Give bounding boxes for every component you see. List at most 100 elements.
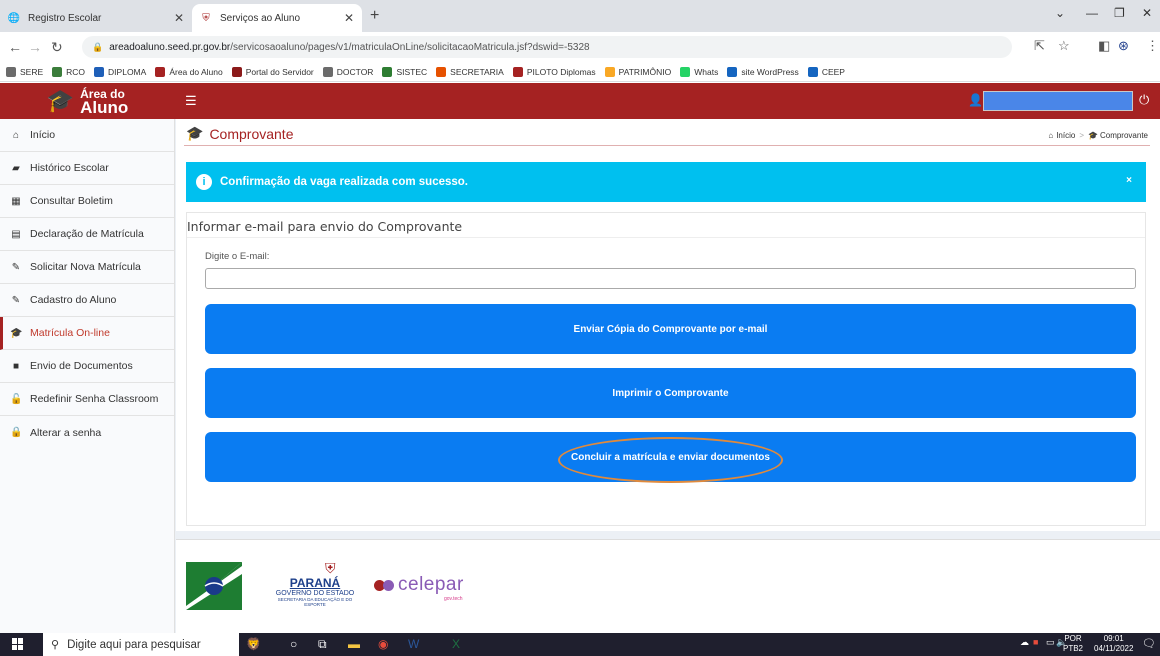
edit-icon: ✎ [11, 294, 21, 306]
menu-kebab-icon[interactable]: ⋮ [1146, 38, 1159, 54]
back-icon[interactable]: ← [8, 39, 22, 55]
forward-icon[interactable]: → [28, 39, 42, 55]
tab-title: Registro Escolar [28, 12, 102, 24]
breadcrumb: ⌂ Início > 🎓 Comprovante [1048, 131, 1148, 140]
sidebar-item-7[interactable]: 🎓 Matrícula On-line [0, 317, 174, 350]
cortana-icon[interactable]: ○ [290, 637, 297, 651]
bookmark-item[interactable]: SECRETARIA [436, 66, 504, 77]
lang-line1: POR [1064, 634, 1082, 643]
search-icon: ⚲ [51, 639, 60, 651]
close-window-icon[interactable]: ✕ [1142, 6, 1152, 20]
profile-icon[interactable]: ⊛ [1118, 38, 1129, 54]
tab-registro-escolar[interactable]: 🌐 Registro Escolar ✕ [0, 4, 192, 32]
sidebar-item-2[interactable]: ▰ Histórico Escolar [0, 152, 174, 185]
chrome-icon[interactable]: ◉ [378, 637, 388, 651]
footer: ⛨ PARANÁ GOVERNO DO ESTADO SECRETARIA DA… [176, 539, 1160, 633]
bookmark-item[interactable]: Whats [680, 66, 718, 77]
parana-crest-icon: ⛨ [202, 12, 210, 24]
restore-icon[interactable]: ❐ [1114, 6, 1125, 20]
display-icon[interactable]: ▭ [1046, 637, 1055, 648]
bookmark-item[interactable]: PILOTO Diplomas [512, 66, 596, 77]
sidebar-item-label: Início [30, 129, 56, 141]
sidebar-item-8[interactable]: ■ Envio de Documentos [0, 350, 174, 383]
excel-icon[interactable]: X [452, 637, 460, 651]
bookmark-item[interactable]: PATRIMÔNIO [604, 66, 671, 77]
main-content: 🎓 Comprovante ⌂ Início > 🎓 Comprovante i… [176, 119, 1160, 531]
user-name-box[interactable] [983, 91, 1133, 111]
app-area: 🎓 Área do Aluno ☰ 👤 ⏻ ⌂ Início ▰ Histórico … [0, 83, 1160, 633]
close-alert-icon[interactable]: × [1126, 175, 1132, 186]
bookmark-label: Área do Aluno [169, 66, 223, 77]
word-icon[interactable]: W [408, 637, 419, 651]
sidebar-item-3[interactable]: ▦ Consultar Boletim [0, 185, 174, 218]
sidebar-item-1[interactable]: ⌂ Início [0, 119, 174, 152]
taskbar-search[interactable]: ⚲ Digite aqui para pesquisar [43, 633, 239, 656]
bookmark-icon [680, 66, 691, 77]
print-button[interactable]: Imprimir o Comprovante [205, 368, 1136, 418]
url-field[interactable]: 🔒 areadoaluno.seed.pr.gov.br/servicosaoa… [82, 36, 1012, 58]
email-input[interactable] [205, 268, 1136, 289]
lock-icon: 🔒 [10, 427, 23, 438]
bookmark-icon [604, 66, 615, 77]
file-explorer-icon[interactable]: ▬ [348, 637, 360, 651]
antivirus-icon[interactable]: ■ [1033, 637, 1038, 647]
sidebar-item-4[interactable]: ▤ Declaração de Matrícula [0, 218, 174, 251]
app-logo[interactable]: 🎓 Área do Aluno [0, 83, 175, 119]
bookmark-item[interactable]: SISTEC [382, 66, 427, 77]
url-path: /servicosaoaluno/pages/v1/matriculaOnLin… [230, 41, 590, 53]
bookmark-item[interactable]: CEEP [807, 66, 845, 77]
windows-start-icon[interactable] [12, 638, 24, 650]
hamburger-menu-icon[interactable]: ☰ [185, 93, 197, 109]
language-indicator[interactable]: POR PTB2 [1063, 634, 1083, 654]
taskbar-search-placeholder: Digite aqui para pesquisar [67, 638, 201, 651]
notifications-icon[interactable]: 🗨 [1142, 637, 1156, 650]
pharaoh-icon[interactable]: 🦁 [246, 637, 261, 651]
reload-icon[interactable]: ↻ [51, 39, 63, 56]
top-navbar: ☰ 👤 ⏻ [175, 83, 1160, 119]
home-icon: ⌂ [12, 129, 20, 141]
bookmark-item[interactable]: site WordPress [727, 66, 799, 77]
sidepanel-icon[interactable]: ◧ [1098, 38, 1110, 54]
tab-servicos-aluno[interactable]: ⛨ Serviços ao Aluno ✕ [192, 4, 362, 32]
bookmark-item[interactable]: DOCTOR [322, 66, 373, 77]
sidebar-item-label: Histórico Escolar [30, 162, 109, 174]
sidebar-item-9[interactable]: 🔓 Redefinir Senha Classroom [0, 383, 174, 416]
bookmark-item[interactable]: DIPLOMA [94, 66, 146, 77]
email-label: Digite o E-mail: [205, 251, 270, 262]
sidebar-item-5[interactable]: ✎ Solicitar Nova Matrícula [0, 251, 174, 284]
close-tab-icon[interactable]: ✕ [174, 11, 184, 25]
sidebar-item-label: Envio de Documentos [30, 360, 133, 372]
email-form-box: Informar e-mail para envio do Comprovant… [186, 212, 1146, 526]
bookmark-icon [94, 66, 105, 77]
clock[interactable]: 09:01 04/11/2022 [1094, 634, 1133, 654]
sidebar-item-label: Cadastro do Aluno [30, 294, 117, 306]
minimize-icon[interactable]: — [1086, 6, 1098, 20]
sidebar-item-label: Solicitar Nova Matrícula [30, 261, 141, 273]
share-icon[interactable]: ⇱ [1034, 38, 1045, 54]
close-tab-icon[interactable]: ✕ [344, 11, 354, 25]
bookmark-item[interactable]: RCO [52, 66, 86, 77]
power-icon[interactable]: ⏻ [1139, 92, 1149, 108]
chevron-down-icon[interactable]: ⌄ [1055, 6, 1065, 20]
bookmark-label: RCO [66, 66, 86, 77]
edit-icon: ✎ [11, 261, 21, 273]
bookmark-label: PILOTO Diplomas [526, 66, 596, 77]
bookmark-item[interactable]: Área do Aluno [155, 66, 223, 77]
breadcrumb-home[interactable]: Início [1056, 131, 1075, 140]
globe-icon: 🌐 [7, 12, 21, 24]
send-copy-button[interactable]: Enviar Cópia do Comprovante por e-mail [205, 304, 1136, 354]
bookmark-label: Portal do Servidor [245, 66, 314, 77]
bookmark-icon [382, 66, 393, 77]
bookmark-item[interactable]: SERE [6, 66, 43, 77]
grid-icon: ▦ [11, 195, 21, 207]
bookmark-item[interactable]: Portal do Servidor [231, 66, 314, 77]
star-icon[interactable]: ☆ [1058, 38, 1070, 54]
finish-enrollment-button[interactable]: Concluir a matrícula e enviar documentos [205, 432, 1136, 482]
page-title-text: Comprovante [209, 125, 294, 142]
sidebar-item-6[interactable]: ✎ Cadastro do Aluno [0, 284, 174, 317]
task-view-icon[interactable]: ⧉ [318, 637, 327, 652]
new-tab-icon[interactable]: + [370, 7, 379, 25]
sidebar-item-10[interactable]: 🔒 Alterar a senha [0, 416, 174, 449]
network-icon[interactable]: ☁ [1020, 637, 1029, 648]
page-title: 🎓 Comprovante [186, 125, 293, 142]
